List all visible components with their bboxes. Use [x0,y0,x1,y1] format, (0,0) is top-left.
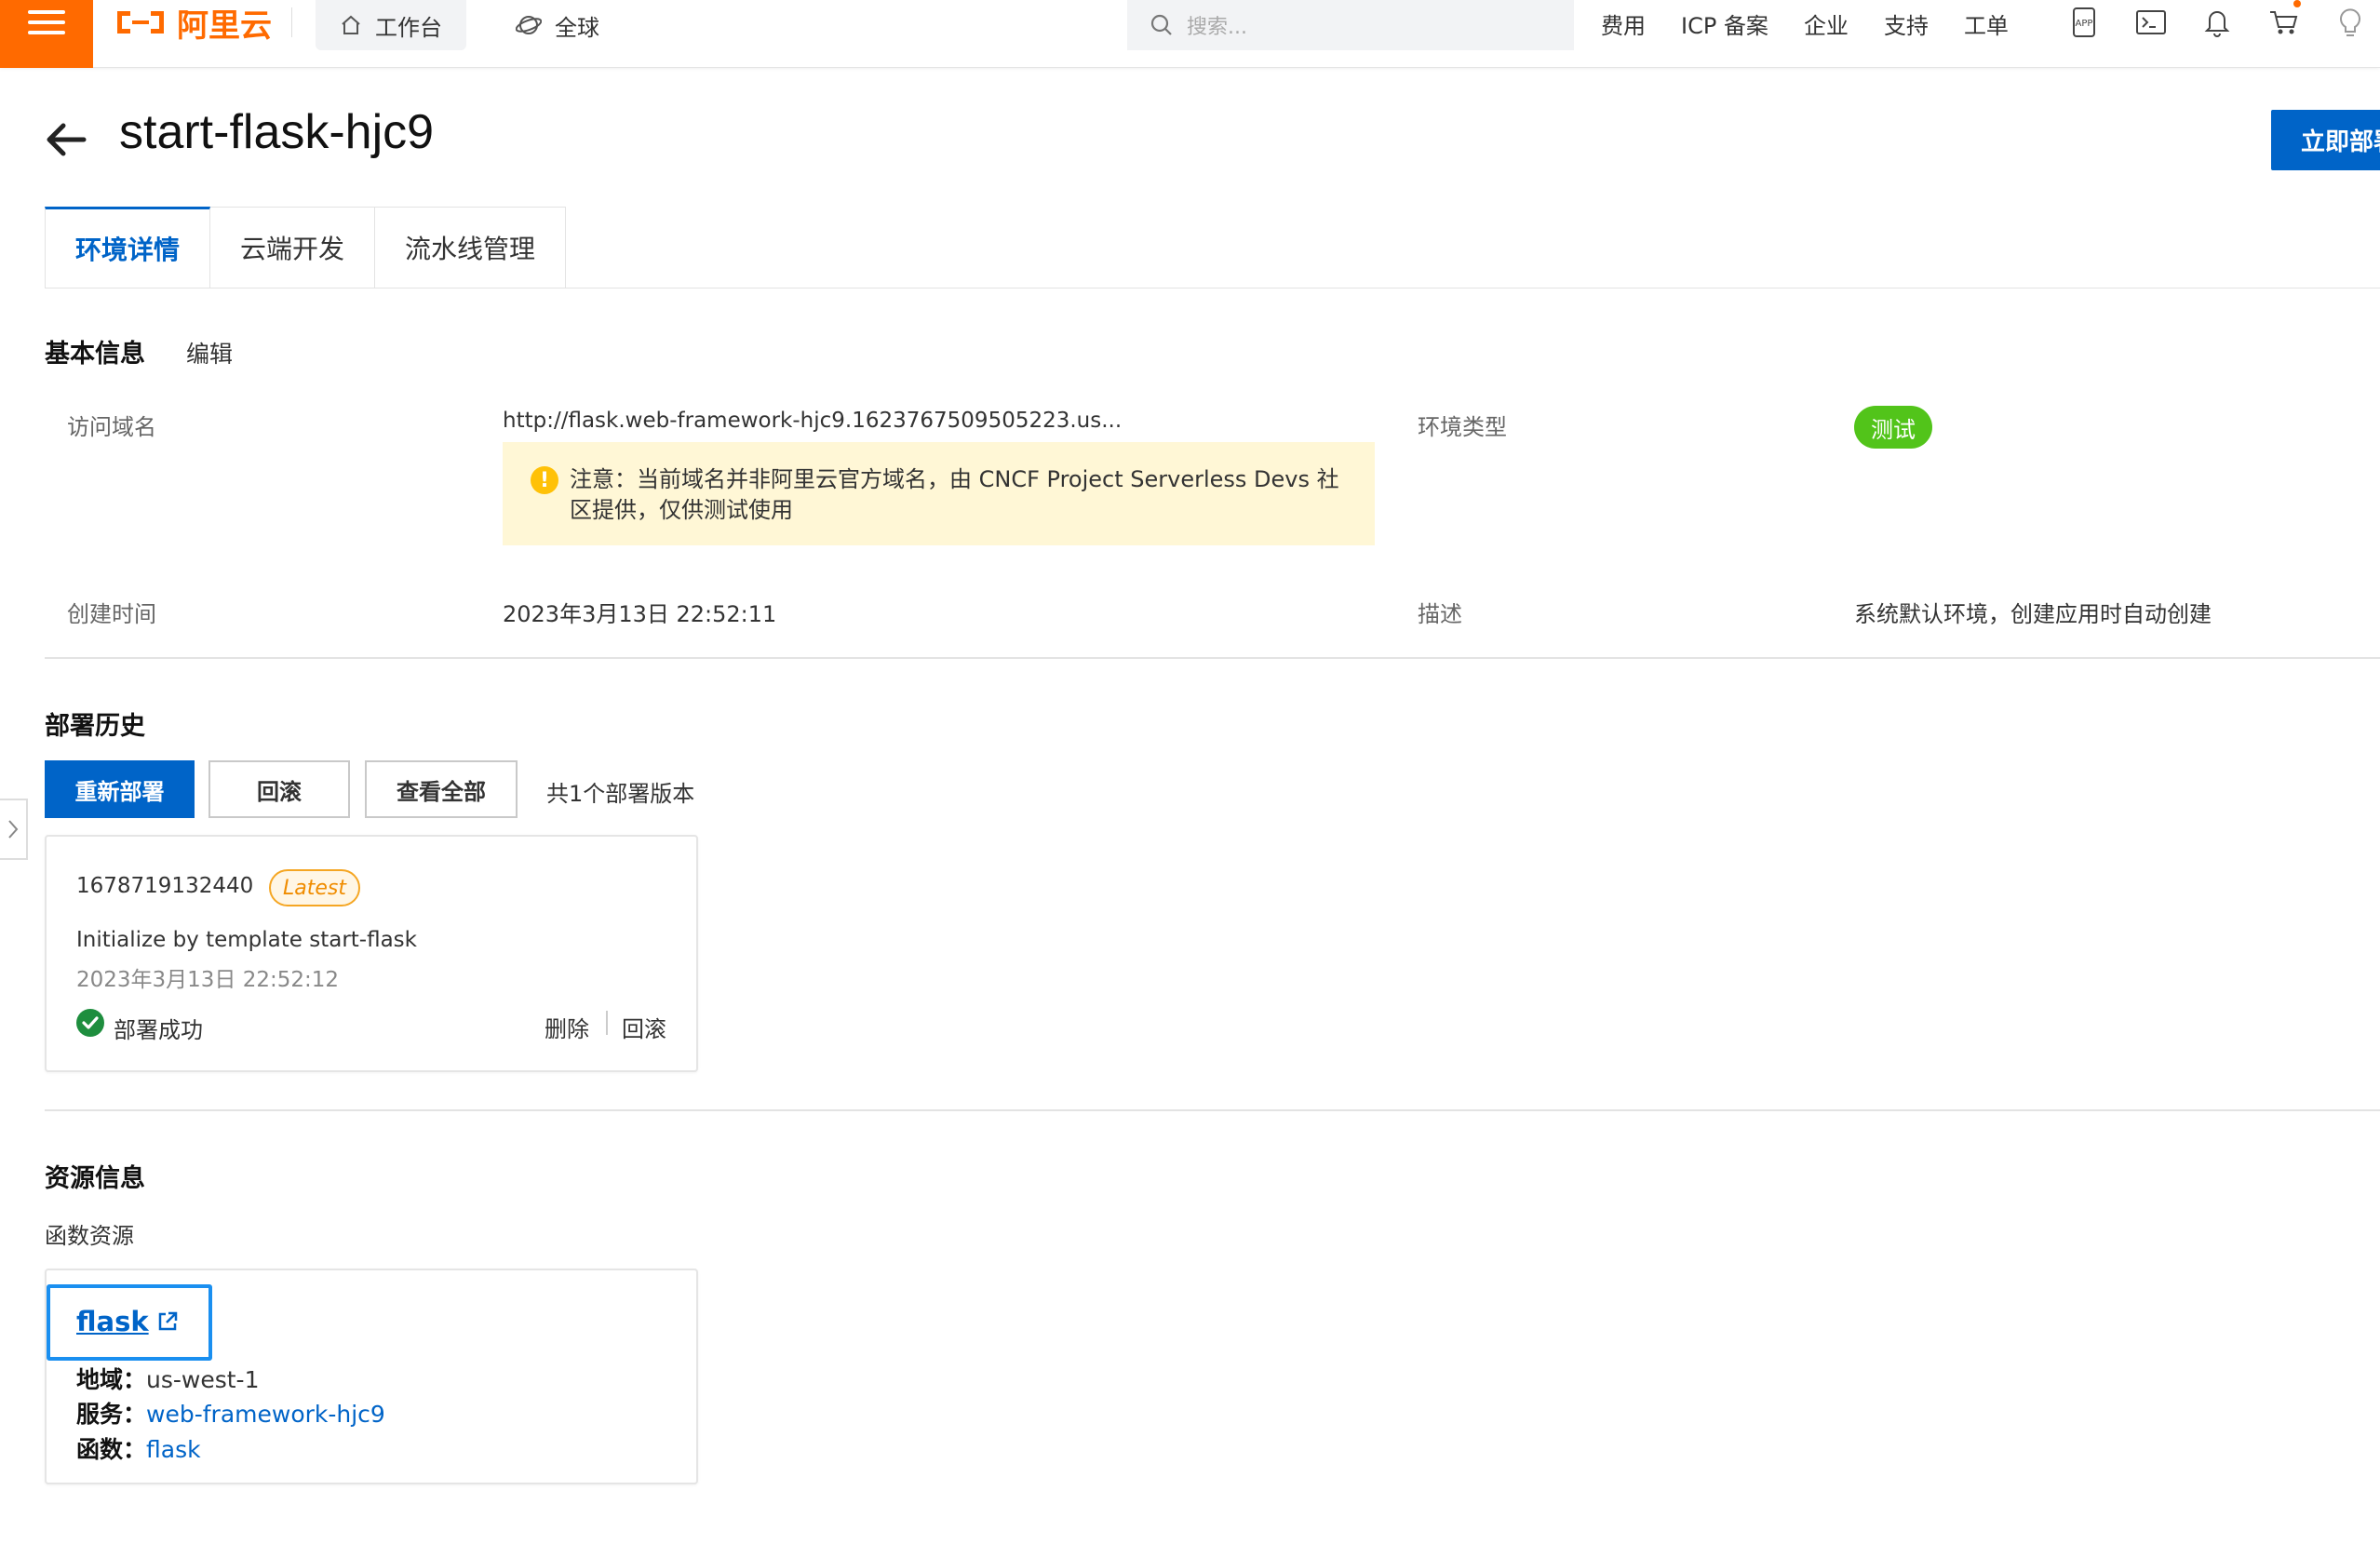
menu-icon[interactable] [0,0,93,68]
chevron-right-icon [8,820,19,839]
deploy-status: 部署成功 [114,1017,203,1043]
domain-label: 访问域名 [67,414,156,440]
terminal-icon[interactable] [2132,4,2170,41]
external-link-icon [158,1311,177,1331]
side-panel-toggle[interactable] [0,799,28,860]
workbench-label: 工作台 [375,14,442,41]
edit-link[interactable]: 编辑 [186,336,233,369]
rollback-button[interactable]: 回滚 [208,760,350,818]
top-link-support[interactable]: 支持 [1884,7,1929,40]
top-navigation-bar: 阿里云 工作台 全球 搜索... 费用 ICP 备案 企业 支持 工单 APP [0,0,2380,68]
brand-name: 阿里云 [177,7,272,45]
tab-bar: 环境详情 云端开发 流水线管理 [45,207,567,289]
deploy-history-title: 部署历史 [45,712,145,741]
svg-text:APP: APP [2076,19,2093,29]
cart-icon[interactable] [2266,0,2303,41]
top-link-icp[interactable]: ICP 备案 [1681,7,1768,40]
section-divider [45,1109,2380,1111]
aliyun-logo[interactable]: 阿里云 [114,0,272,45]
service-row-label: 服务： [76,1401,147,1428]
bulb-icon[interactable] [2332,4,2369,41]
top-links: 费用 ICP 备案 企业 支持 工单 [1601,0,2009,47]
search-placeholder: 搜索... [1187,16,1247,39]
service-row: 服务：web-framework-hjc9 [76,1396,385,1430]
top-link-ticket[interactable]: 工单 [1964,7,2009,40]
region-row-label: 地域： [76,1366,147,1393]
redeploy-button[interactable]: 重新部署 [45,760,195,818]
section-divider [45,657,2380,659]
search-icon [1150,14,1172,35]
tab-pipeline[interactable]: 流水线管理 [375,207,567,289]
env-type-badge: 测试 [1854,406,1932,449]
tab-environment-details[interactable]: 环境详情 [45,207,211,289]
home-icon [342,15,360,34]
action-divider [606,1011,608,1035]
search-input[interactable]: 搜索... [1127,0,1574,50]
region-row: 地域：us-west-1 [76,1362,260,1395]
service-link[interactable]: web-framework-hjc9 [146,1401,385,1428]
description-value: 系统默认环境，创建应用时自动创建 [1854,601,2212,627]
deploy-message: Initialize by template start-flask [76,928,417,952]
region-row-value: us-west-1 [146,1366,260,1393]
deploy-now-button[interactable]: 立即部署 [2271,110,2380,170]
top-link-enterprise[interactable]: 企业 [1804,7,1849,40]
top-link-billing[interactable]: 费用 [1601,7,1646,40]
function-resources-subtitle: 函数资源 [45,1223,134,1249]
function-row-label: 函数： [76,1436,147,1463]
view-all-button[interactable]: 查看全部 [365,760,518,818]
bell-icon[interactable] [2198,4,2236,41]
latest-badge: Latest [269,869,360,906]
function-name: flask [76,1306,149,1337]
app-icon[interactable]: APP [2065,4,2103,41]
record-rollback-link[interactable]: 回滚 [622,1011,666,1043]
env-type-label: 环境类型 [1418,414,1507,440]
cart-notification-dot [2293,0,2301,7]
created-label: 创建时间 [67,601,156,627]
region-selector[interactable]: 全球 [491,0,624,50]
deploy-count: 共1个部署版本 [546,781,695,807]
notice-text: 注意：当前域名并非阿里云官方域名，由 CNCF Project Serverle… [570,466,1339,523]
basic-info-title: 基本信息 [45,340,145,369]
deploy-time: 2023年3月13日 22:52:12 [76,968,340,992]
delete-link[interactable]: 删除 [545,1011,589,1043]
description-label: 描述 [1418,601,1462,627]
deploy-version-id[interactable]: 1678719132440 [76,874,253,898]
page-title: start-flask-hjc9 [119,105,435,159]
globe-icon [516,16,542,34]
success-check-icon [76,1009,104,1037]
warning-icon: ! [531,466,558,494]
resources-title: 资源信息 [45,1164,145,1193]
domain-link[interactable]: http://flask.web-framework-hjc9.16237675… [503,409,1122,433]
workbench-button[interactable]: 工作台 [316,0,466,50]
domain-notice: ! 注意：当前域名并非阿里云官方域名，由 CNCF Project Server… [503,442,1375,545]
logo-divider [291,7,292,37]
function-link[interactable]: flask [76,1306,179,1337]
function-value-link[interactable]: flask [146,1436,201,1463]
tabs-underline [45,288,2380,289]
aliyun-logo-mark-icon [114,7,168,37]
created-value: 2023年3月13日 22:52:11 [503,601,777,627]
region-label: 全球 [555,14,599,41]
back-arrow-icon[interactable] [43,115,91,164]
tab-cloud-dev[interactable]: 云端开发 [210,207,376,289]
function-row: 函数：flask [76,1431,201,1465]
